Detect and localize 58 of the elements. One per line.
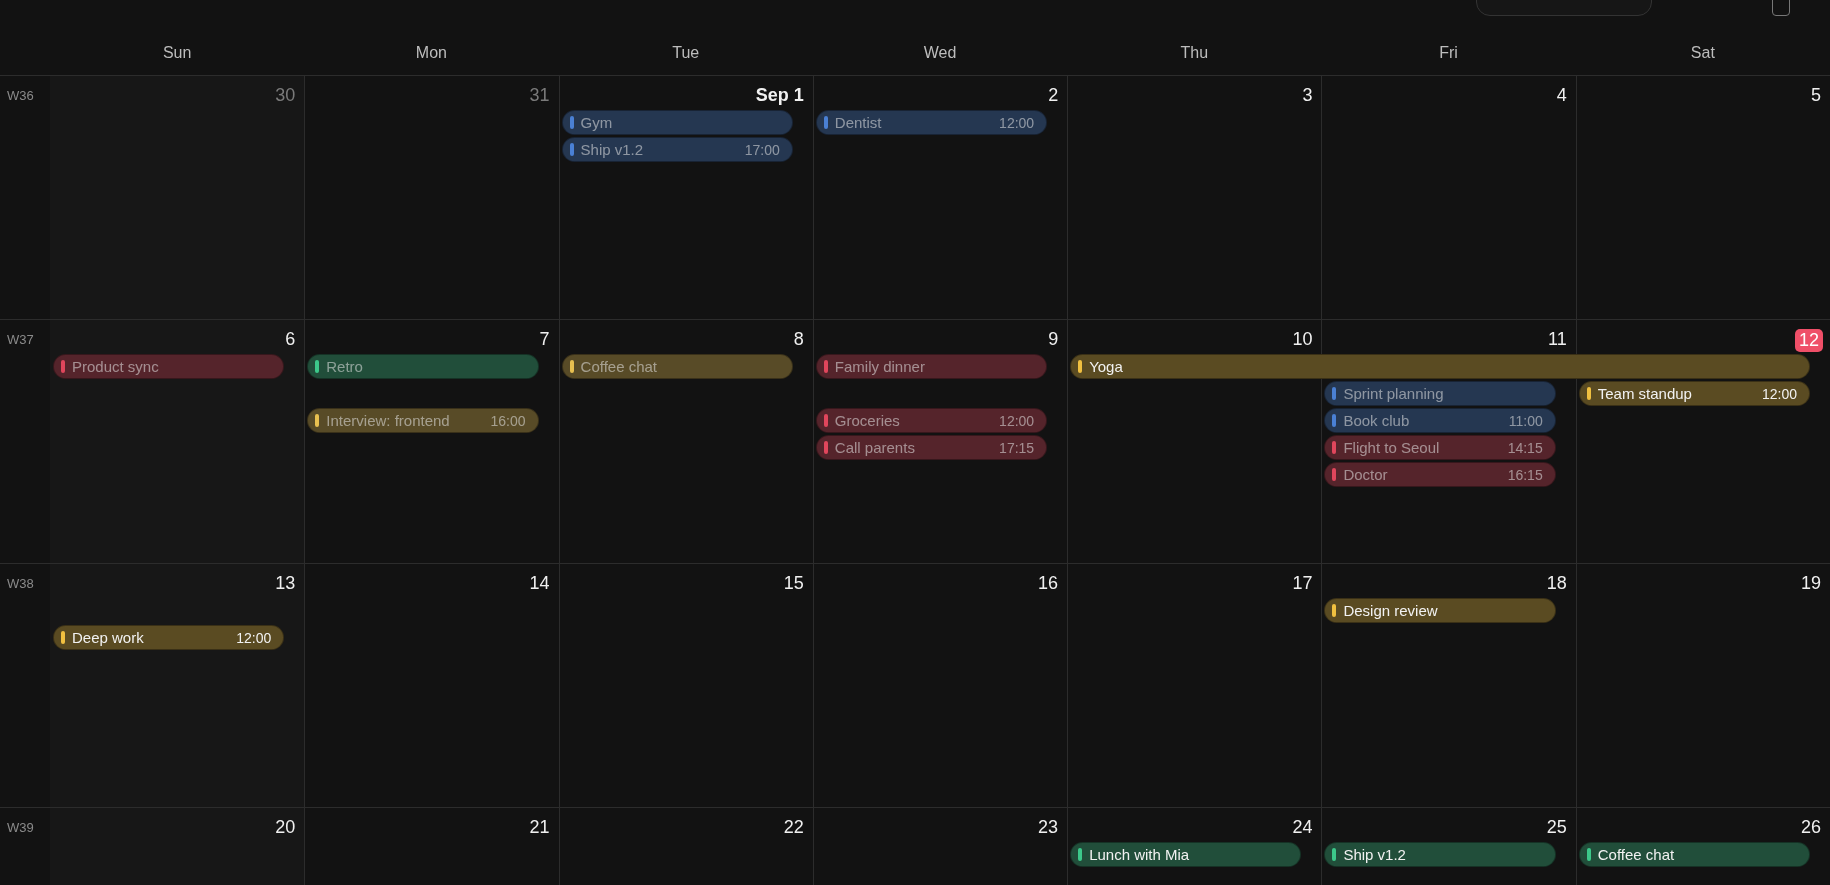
event-chip[interactable]: Flight to Seoul 14:15 [1324,435,1556,460]
event-chip[interactable]: Product sync [53,354,285,379]
event-chip[interactable]: Sprint planning [1324,381,1556,406]
date-number[interactable]: 18 [1546,573,1567,594]
date-number[interactable]: 25 [1546,817,1567,838]
weekday-header: Thu [1179,43,1210,62]
date-number[interactable]: 13 [275,573,296,594]
date-number[interactable]: 21 [529,817,550,838]
event-chip[interactable]: Yoga [1070,354,1810,379]
weekday-header: Fri [1438,43,1459,62]
event-chip[interactable]: Ship v1.2 17:00 [561,137,793,162]
date-number[interactable]: 5 [1811,85,1821,106]
date-number[interactable]: 2 [1048,85,1059,106]
event-chip[interactable]: Groceries 12:00 [815,408,1048,433]
week-number: W36 [6,87,35,105]
event-chip[interactable]: Team standup 12:00 [1578,381,1810,406]
event-chip[interactable]: Dentist 12:00 [815,110,1048,135]
week-number: W38 [6,575,35,593]
week-number: W39 [6,819,35,837]
weekday-header: Sun [161,43,193,62]
date-number[interactable]: 16 [1038,573,1059,594]
date-number[interactable]: 8 [793,329,804,350]
today-date-badge[interactable]: 12 [1794,329,1823,352]
event-chip[interactable]: Book club 11:00 [1324,408,1556,433]
date-number[interactable]: 7 [539,329,550,350]
event-chip[interactable]: Retro [307,354,539,379]
date-number[interactable]: Sep 1 [755,85,804,106]
event-chip[interactable]: Family dinner [815,354,1048,379]
date-number[interactable]: 30 [275,85,296,106]
event-chip[interactable]: Design review [1324,598,1556,623]
date-number[interactable]: 24 [1292,817,1313,838]
weekday-header: Wed [922,43,958,62]
date-number[interactable]: 14 [529,573,550,594]
event-chip[interactable]: Lunch with Mia [1070,842,1302,867]
event-chip[interactable]: Ship v1.2 [1324,842,1556,867]
date-number[interactable]: 17 [1292,573,1313,594]
date-number[interactable]: 23 [1038,817,1059,838]
date-number[interactable]: 3 [1302,85,1313,106]
date-number[interactable]: 4 [1556,85,1567,106]
date-number[interactable]: 22 [783,817,804,838]
date-number[interactable]: 10 [1292,329,1313,350]
event-chip[interactable]: Call parents 17:15 [815,435,1048,460]
date-number[interactable]: 31 [529,85,550,106]
weekday-header: Mon [414,43,448,62]
date-number[interactable]: 9 [1048,329,1059,350]
event-chip[interactable]: Deep work 12:00 [53,625,285,650]
date-number[interactable]: 11 [1548,329,1567,350]
event-chip[interactable]: Coffee chat [1578,842,1810,867]
date-number[interactable]: 20 [275,817,296,838]
date-number[interactable]: 26 [1800,817,1821,838]
date-number[interactable]: 19 [1800,573,1821,594]
week-number: W37 [6,331,35,349]
weekday-header: Sat [1689,43,1716,62]
event-chip[interactable]: Gym [561,110,793,135]
date-number[interactable]: 15 [783,573,804,594]
event-chip[interactable]: Doctor 16:15 [1324,462,1556,487]
weekday-header: Tue [671,43,701,62]
date-number[interactable]: 6 [285,329,296,350]
